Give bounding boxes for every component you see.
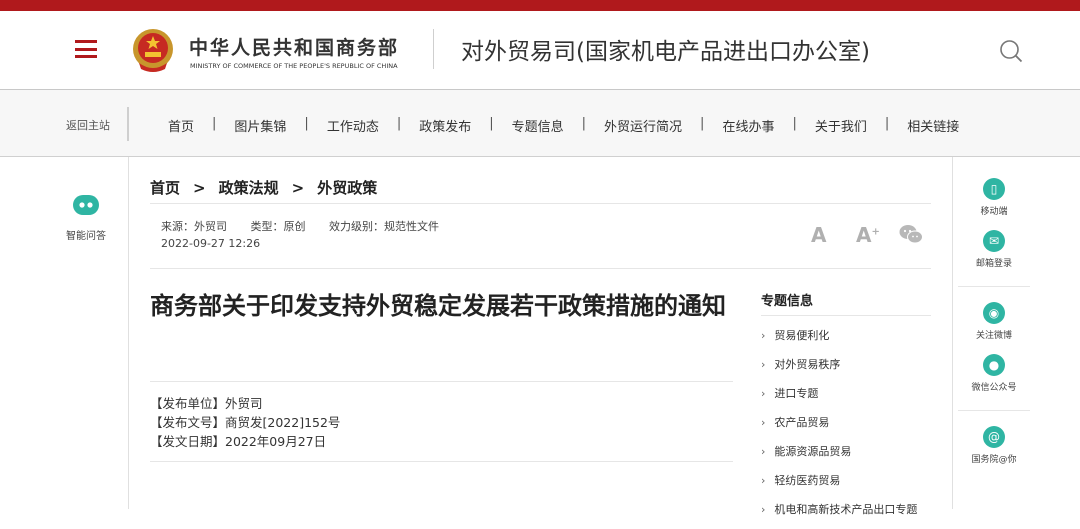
nav-item-gallery[interactable]: 图片集锦 — [216, 116, 304, 135]
nav-item-related-links[interactable]: 相关链接 — [889, 116, 977, 135]
meta-type: 类型：原创 — [250, 220, 306, 233]
nav-divider — [127, 107, 129, 141]
topic-label: 轻纺医药贸易 — [774, 474, 841, 487]
nav-item-topics[interactable]: 专题信息 — [494, 116, 582, 135]
breadcrumb-home[interactable]: 首页 — [150, 179, 180, 197]
sidebar-divider — [958, 410, 1030, 411]
topic-label: 机电和高新技术产品出口专题 — [774, 503, 918, 516]
wechat-share-icon[interactable] — [899, 224, 923, 244]
chevron-right-icon: › — [761, 329, 766, 342]
nav-item-home[interactable]: 首页 — [150, 116, 212, 135]
robot-assistant-icon[interactable] — [72, 193, 100, 217]
wechat-official-label: 微信公众号 — [971, 383, 1017, 393]
list-item[interactable]: › 机电和高新技术产品出口专题 — [761, 500, 917, 529]
topic-label: 能源资源品贸易 — [774, 445, 852, 458]
breadcrumb: 首页 > 政策法规 > 外贸政策 — [150, 177, 377, 198]
article-title: 商务部关于印发支持外贸稳定发展若干政策措施的通知 — [150, 292, 726, 320]
divider — [150, 381, 733, 382]
search-icon[interactable] — [999, 39, 1023, 63]
article-info: 【发布单位】外贸司 【发布文号】商贸发[2022]152号 【发文日期】2022… — [150, 394, 340, 451]
divider — [761, 315, 931, 316]
topics-heading: 专题信息 — [761, 294, 814, 309]
list-item[interactable]: › 农产品贸易 — [761, 413, 917, 442]
department-title: 对外贸易司(国家机电产品进出口办公室) — [461, 39, 870, 65]
state-council-link[interactable]: @ 国务院@你 — [958, 426, 1030, 465]
topics-list: › 贸易便利化 › 对外贸易秩序 › 进口专题 › 农产品贸易 › 能源资源品贸易 › 轻纺… — [761, 326, 917, 529]
topic-label: 贸易便利化 — [774, 329, 830, 342]
font-size-increase-button[interactable]: A+ — [856, 223, 880, 247]
divider — [150, 461, 733, 462]
nav-items: 首页 | 图片集锦 | 工作动态 | 政策发布 | 专题信息 | 外贸运行简况 | 在线办事… — [150, 116, 977, 135]
list-item[interactable]: › 进口专题 — [761, 384, 917, 413]
chevron-right-icon: › — [761, 387, 766, 400]
back-to-main-site-link[interactable]: 返回主站 — [66, 117, 110, 133]
breadcrumb-policy-laws[interactable]: 政策法规 — [219, 179, 279, 197]
list-item[interactable]: › 贸易便利化 — [761, 326, 917, 355]
topic-label: 农产品贸易 — [774, 416, 830, 429]
chevron-right-icon: › — [761, 358, 766, 371]
info-date: 【发文日期】2022年09月27日 — [150, 434, 327, 449]
mobile-label: 移动端 — [980, 207, 1008, 217]
weibo-label: 关注微博 — [975, 331, 1012, 341]
weibo-link[interactable]: ◉ 关注微博 — [958, 302, 1030, 341]
main-nav: 返回主站 首页 | 图片集锦 | 工作动态 | 政策发布 | 专题信息 | 外贸运行简况 |… — [0, 90, 1080, 157]
nav-item-trade-brief[interactable]: 外贸运行简况 — [586, 116, 700, 135]
site-header: 中华人民共和国商务部 MINISTRY OF COMMERCE OF THE P… — [0, 11, 1080, 90]
meta-source: 来源：外贸司 — [161, 220, 227, 233]
divider — [150, 203, 931, 204]
national-emblem-icon[interactable] — [131, 27, 175, 73]
top-red-bar — [0, 0, 1080, 11]
mail-login-link[interactable]: ✉ 邮箱登录 — [958, 230, 1030, 269]
mobile-link[interactable]: ▯ 移动端 — [958, 178, 1030, 217]
mail-icon: ✉ — [983, 230, 1005, 252]
plus-mark: + — [871, 226, 880, 238]
state-council-label: 国务院@你 — [971, 455, 1017, 465]
meta-datetime: 2022-09-27 12:26 — [161, 237, 261, 250]
chevron-right-icon: › — [761, 474, 766, 487]
left-sidebar — [0, 157, 129, 509]
nav-item-policy-release[interactable]: 政策发布 — [401, 116, 489, 135]
mail-login-label: 邮箱登录 — [975, 259, 1012, 269]
info-publisher: 【发布单位】外贸司 — [150, 396, 263, 411]
menu-icon[interactable] — [75, 40, 97, 58]
smart-qa-label[interactable]: 智能问答 — [66, 227, 106, 242]
sidebar-divider — [958, 286, 1030, 287]
article-meta: 来源：外贸司 类型：原创 效力级别：规范性文件 — [161, 218, 459, 234]
divider — [150, 268, 931, 269]
list-item[interactable]: › 对外贸易秩序 — [761, 355, 917, 384]
mobile-icon: ▯ — [983, 178, 1005, 200]
info-doc-number: 【发布文号】商贸发[2022]152号 — [150, 415, 341, 430]
breadcrumb-separator: > — [193, 179, 206, 197]
nav-item-online-services[interactable]: 在线办事 — [704, 116, 792, 135]
nav-item-work-news[interactable]: 工作动态 — [309, 116, 397, 135]
nav-item-about-us[interactable]: 关于我们 — [797, 116, 885, 135]
list-item[interactable]: › 能源资源品贸易 — [761, 442, 917, 471]
breadcrumb-trade-policy[interactable]: 外贸政策 — [317, 179, 377, 197]
brand-name-cn[interactable]: 中华人民共和国商务部 — [189, 33, 399, 60]
wechat-icon: ● — [983, 354, 1005, 376]
breadcrumb-separator: > — [291, 179, 305, 197]
meta-level: 效力级别：规范性文件 — [329, 220, 439, 233]
topic-label: 进口专题 — [774, 387, 819, 400]
topic-label: 对外贸易秩序 — [774, 358, 841, 371]
at-icon: @ — [983, 426, 1005, 448]
header-divider — [433, 29, 434, 69]
font-size-large-button[interactable]: A — [811, 223, 826, 247]
font-size-increase-label: A — [856, 223, 872, 247]
chevron-right-icon: › — [761, 416, 766, 429]
chevron-right-icon: › — [761, 445, 766, 458]
list-item[interactable]: › 轻纺医药贸易 — [761, 471, 917, 500]
chevron-right-icon: › — [761, 503, 766, 516]
weibo-icon: ◉ — [983, 302, 1005, 324]
wechat-official-link[interactable]: ● 微信公众号 — [958, 354, 1030, 393]
brand-name-en[interactable]: MINISTRY OF COMMERCE OF THE PEOPLE'S REP… — [190, 62, 398, 70]
